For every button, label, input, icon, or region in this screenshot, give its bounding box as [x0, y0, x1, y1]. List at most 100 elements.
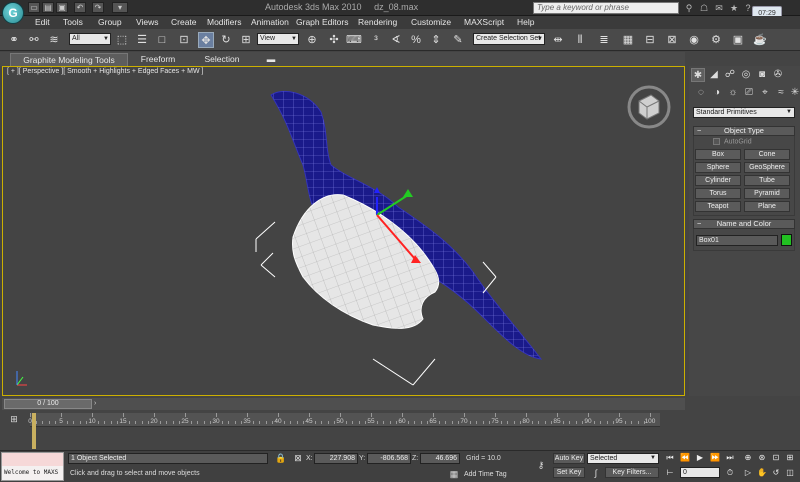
menu-graph-editors[interactable]: Graph Editors	[296, 17, 348, 27]
percent-snap-icon[interactable]: %	[408, 32, 424, 48]
graphite-ribbon-icon[interactable]: ▦	[620, 32, 636, 48]
menu-maxscript[interactable]: MAXScript	[464, 17, 504, 27]
teapot-button[interactable]: Teapot	[695, 201, 741, 212]
schematic-view-icon[interactable]: ⊠	[664, 32, 680, 48]
undo-icon[interactable]: ↶	[74, 2, 86, 13]
select-manipulate-icon[interactable]: ✣	[326, 32, 342, 48]
select-object-icon[interactable]: ⬚	[114, 32, 130, 48]
window-crossing-icon[interactable]: ⊡	[176, 32, 192, 48]
hierarchy-panel-icon[interactable]: ☍	[723, 68, 737, 82]
shapes-icon[interactable]: ◑	[710, 86, 724, 100]
render-production-icon[interactable]: ☕	[752, 32, 768, 48]
perspective-viewport[interactable]: [ + ][ Perspective ][ Smooth + Highlight…	[2, 66, 685, 396]
zoom-icon[interactable]: ⊕	[742, 452, 754, 464]
geometry-icon[interactable]: ◌	[694, 86, 708, 100]
zoom-extents-icon[interactable]: ⊡	[770, 452, 782, 464]
mirror-icon[interactable]: ⇹	[550, 32, 566, 48]
key-mode-toggle-icon[interactable]: ⊢	[664, 467, 676, 479]
object-type-rollout-header[interactable]: − Object Type	[693, 126, 795, 136]
tab-graphite-modeling-tools[interactable]: Graphite Modeling Tools	[10, 53, 128, 66]
menu-views[interactable]: Views	[136, 17, 159, 27]
cameras-icon[interactable]: ⎚	[742, 86, 756, 100]
box-button[interactable]: Box	[695, 149, 741, 160]
auto-key-button[interactable]: Auto Key	[553, 453, 585, 464]
keyboard-shortcut-override-icon[interactable]: ⌨	[346, 32, 362, 48]
key-mode-select[interactable]: Selected ▼	[587, 453, 659, 464]
layer-manager-icon[interactable]: ≣	[596, 32, 612, 48]
display-panel-icon[interactable]: ◙	[755, 68, 769, 82]
select-and-scale-icon[interactable]: ⊞	[238, 32, 254, 48]
play-icon[interactable]: ▶	[694, 452, 706, 464]
time-slider-thumb[interactable]: 0 / 100	[4, 399, 92, 409]
menu-animation[interactable]: Animation	[251, 17, 289, 27]
z-coordinate-field[interactable]: 46.696	[420, 453, 460, 464]
snaps-toggle-icon[interactable]: ³	[368, 32, 384, 48]
menu-rendering[interactable]: Rendering	[358, 17, 397, 27]
rectangular-region-icon[interactable]: □	[154, 32, 170, 48]
time-tag-icon[interactable]: ▦	[448, 468, 460, 480]
curve-editor-icon[interactable]: ⊟	[642, 32, 658, 48]
pan-icon[interactable]: ✋	[756, 467, 768, 479]
absolute-mode-icon[interactable]: ⊠	[292, 452, 304, 464]
ribbon-minimize-icon[interactable]: ▬	[262, 53, 280, 66]
select-by-name-icon[interactable]: ☰	[134, 32, 150, 48]
align-icon[interactable]: ⫴	[572, 32, 588, 48]
next-frame-arrow-icon[interactable]: ›	[94, 399, 102, 409]
select-and-move-icon[interactable]: ✥	[198, 32, 214, 48]
subscription-icon[interactable]: ☖	[698, 2, 710, 14]
redo-icon[interactable]: ↷	[92, 2, 104, 13]
key-filters-button[interactable]: Key Filters...	[605, 467, 659, 478]
pyramid-button[interactable]: Pyramid	[744, 188, 790, 199]
autogrid-checkbox[interactable]: AutoGrid	[713, 138, 752, 145]
create-panel-icon[interactable]: ✱	[691, 68, 705, 82]
communication-icon[interactable]: ✉	[713, 2, 725, 14]
time-slider[interactable]: 0 / 100 ›	[2, 398, 685, 410]
name-and-color-rollout-header[interactable]: − Name and Color	[693, 219, 795, 229]
go-to-end-icon[interactable]: ⏭	[724, 452, 736, 464]
maximize-viewport-icon[interactable]: ◫	[784, 467, 796, 479]
space-warps-icon[interactable]: ≈	[774, 86, 788, 100]
field-of-view-icon[interactable]: ▷	[742, 467, 754, 479]
set-key-button[interactable]: Set Key	[553, 467, 585, 478]
systems-icon[interactable]: ✳	[788, 86, 800, 100]
save-file-icon[interactable]: ▣	[56, 2, 68, 13]
previous-frame-icon[interactable]: ⏪	[679, 452, 691, 464]
key-tangent-icon[interactable]: ∫	[590, 467, 602, 479]
edit-named-selection-icon[interactable]: ✎	[450, 32, 466, 48]
mini-curve-editor-icon[interactable]: ⊞	[8, 413, 20, 425]
menu-help[interactable]: Help	[517, 17, 534, 27]
menu-edit[interactable]: Edit	[35, 17, 50, 27]
plane-button[interactable]: Plane	[744, 201, 790, 212]
project-folder-icon[interactable]: ▾	[112, 2, 128, 13]
menu-customize[interactable]: Customize	[411, 17, 451, 27]
menu-tools[interactable]: Tools	[63, 17, 83, 27]
menu-create[interactable]: Create	[171, 17, 197, 27]
lock-selection-icon[interactable]: 🔒	[275, 452, 287, 464]
maxscript-listener[interactable]: Welcome to MAXS	[1, 452, 64, 481]
cone-button[interactable]: Cone	[744, 149, 790, 160]
add-time-tag-button[interactable]: Add Time Tag	[464, 471, 507, 478]
link-icon[interactable]: ⚭	[6, 32, 22, 48]
time-configuration-icon[interactable]: ⏱	[724, 467, 736, 479]
bind-space-warp-icon[interactable]: ≋	[46, 32, 62, 48]
sphere-button[interactable]: Sphere	[695, 162, 741, 173]
go-to-start-icon[interactable]: ⏮	[664, 452, 676, 464]
spinner-snap-icon[interactable]: ⇕	[428, 32, 444, 48]
search-input[interactable]: Type a keyword or phrase	[533, 2, 679, 14]
helpers-icon[interactable]: ⌖	[758, 86, 772, 100]
x-coordinate-field[interactable]: 227.908	[314, 453, 358, 464]
cylinder-button[interactable]: Cylinder	[695, 175, 741, 186]
geosphere-button[interactable]: GeoSphere	[744, 162, 790, 173]
tab-selection[interactable]: Selection	[192, 53, 252, 66]
favorites-icon[interactable]: ★	[728, 2, 740, 14]
render-setup-icon[interactable]: ⚙	[708, 32, 724, 48]
material-editor-icon[interactable]: ◉	[686, 32, 702, 48]
y-coordinate-field[interactable]: -806.568	[367, 453, 411, 464]
selection-filter-select[interactable]: All ▼	[69, 33, 111, 45]
object-name-input[interactable]: Box01	[696, 235, 778, 246]
primitive-category-select[interactable]: Standard Primitives ▼	[693, 107, 795, 118]
object-color-swatch[interactable]	[781, 234, 792, 246]
select-and-rotate-icon[interactable]: ↻	[218, 32, 234, 48]
open-file-icon[interactable]: ▤	[42, 2, 54, 13]
utilities-panel-icon[interactable]: ✇	[771, 68, 785, 82]
